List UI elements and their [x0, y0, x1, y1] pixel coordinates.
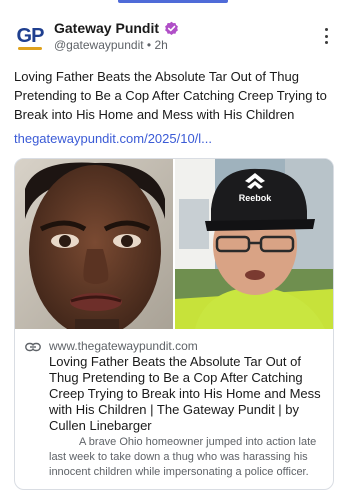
more-vertical-icon[interactable] [318, 26, 334, 46]
post-text: Loving Father Beats the Absolute Tar Out… [14, 69, 327, 122]
active-tab-indicator [118, 0, 228, 3]
verified-badge-icon [165, 21, 178, 35]
avatar-logo-underline [18, 47, 42, 50]
news-interview-image: Reebok [175, 159, 333, 329]
card-description: A brave Ohio homeowner jumped into actio… [49, 436, 317, 478]
avatar[interactable]: GP [14, 20, 46, 52]
author-handle[interactable]: @gatewaypundit [54, 38, 144, 52]
interview-illustration: Reebok [175, 159, 333, 329]
mugshot-illustration [15, 159, 173, 329]
card-images[interactable]: Reebok [15, 159, 333, 329]
link-icon [25, 342, 41, 352]
avatar-logo: GP [16, 24, 45, 47]
author-name[interactable]: Gateway Pundit [54, 20, 159, 36]
post-link[interactable]: thegatewaypundit.com/2025/10/l... [14, 131, 212, 146]
card-domain: www.thegatewaypundit.com [49, 339, 198, 353]
author-handle-line: @gatewaypundit • 2h [54, 38, 168, 52]
hat-brand-logo: Reebok [239, 193, 273, 203]
link-preview-card[interactable]: Reebok www.thegatewaypundit.com Loving F… [14, 158, 334, 490]
post-time: 2h [154, 38, 168, 52]
card-title[interactable]: Loving Father Beats the Absolute Tar Out… [49, 354, 329, 434]
post-header: GP Gateway Pundit @gatewaypundit • 2h [14, 18, 334, 58]
mugshot-image [15, 159, 173, 329]
